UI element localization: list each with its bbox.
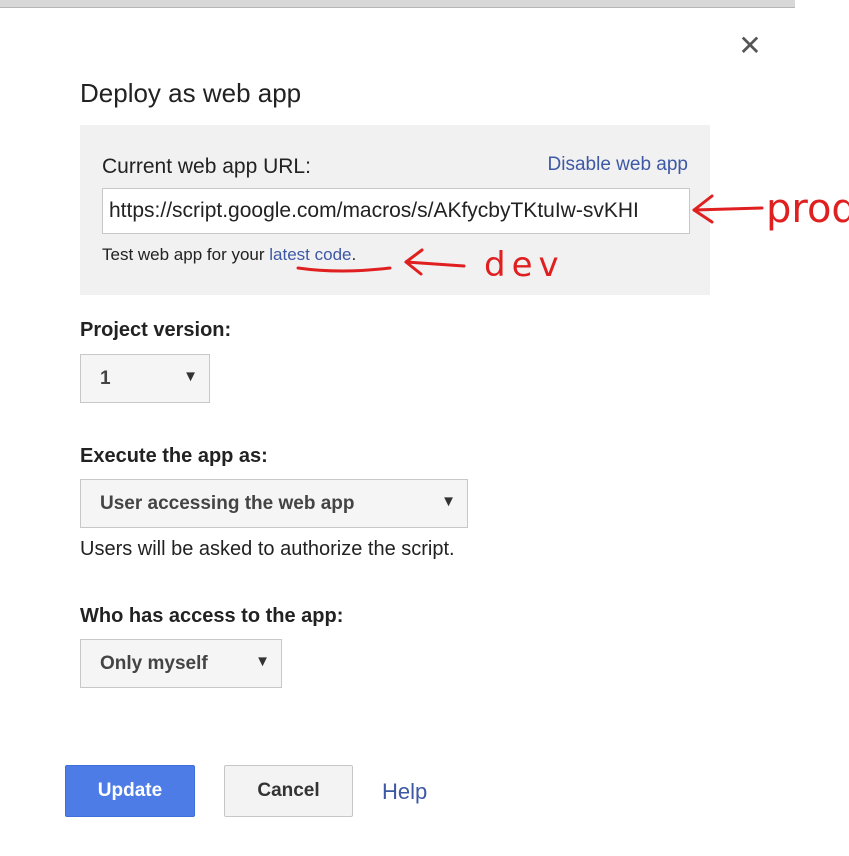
help-link[interactable]: Help [382, 779, 427, 805]
execute-as-select[interactable]: User accessing the web app ▼ [80, 479, 468, 528]
current-url-label: Current web app URL: [102, 155, 311, 178]
access-label: Who has access to the app: [80, 605, 344, 627]
prod-annotation: prod [766, 186, 849, 232]
project-version-select[interactable]: 1 ▼ [80, 354, 210, 403]
test-prefix: Test web app for your [102, 245, 270, 264]
web-app-url-field[interactable] [102, 188, 690, 234]
cancel-button[interactable]: Cancel [224, 765, 353, 817]
update-button[interactable]: Update [65, 765, 195, 817]
authorize-hint: Users will be asked to authorize the scr… [80, 538, 455, 560]
latest-code-link[interactable]: latest code [269, 245, 351, 264]
disable-web-app-link[interactable]: Disable web app [548, 154, 688, 176]
execute-as-label: Execute the app as: [80, 445, 268, 467]
project-version-label: Project version: [80, 319, 232, 341]
url-panel: Current web app URL: Disable web app Tes… [80, 125, 710, 295]
access-select[interactable]: Only myself ▼ [80, 639, 282, 688]
test-web-app-text: Test web app for your latest code. [102, 245, 356, 265]
project-version-value: 1 [100, 368, 111, 389]
execute-as-value: User accessing the web app [100, 493, 355, 514]
dropdown-arrow-icon: ▼ [441, 493, 456, 510]
dialog-title: Deploy as web app [80, 78, 302, 108]
window-top-border [0, 0, 795, 8]
close-icon[interactable]: ✕ [736, 32, 764, 60]
access-value: Only myself [100, 653, 208, 674]
test-suffix: . [351, 245, 357, 264]
dropdown-arrow-icon: ▼ [183, 368, 198, 385]
dropdown-arrow-icon: ▼ [255, 653, 270, 670]
